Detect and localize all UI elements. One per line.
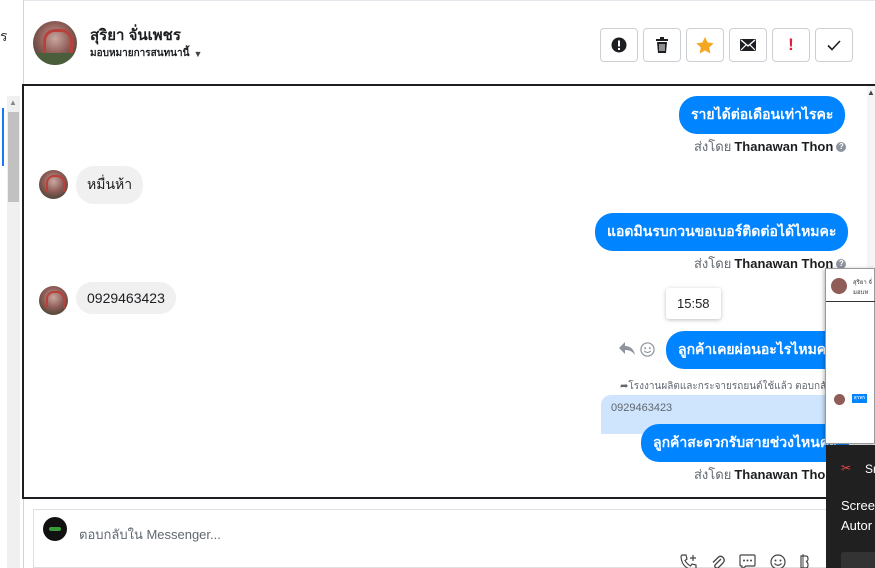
incoming-message[interactable]: หมื่นห้า <box>76 166 144 204</box>
help-icon[interactable]: ? <box>836 141 847 152</box>
header-actions: ! <box>600 28 853 62</box>
contact-avatar-small[interactable] <box>39 286 68 315</box>
snip-tool-icon: ✂ <box>841 461 852 475</box>
preview-divider <box>826 301 875 302</box>
preview-avatar-small <box>834 394 845 405</box>
preview-subtitle-line: มอบห <box>853 290 869 296</box>
scroll-up-icon[interactable]: ▲ <box>9 98 17 107</box>
reply-context-text: โรงงานผลิตและกระจายรถยนต์ใช้แล้ว ตอบกลับ… <box>628 381 842 392</box>
snip-notification[interactable]: ✂ Sn Scree Autor <box>826 445 875 568</box>
notification-line1: Scree <box>841 498 875 513</box>
notification-line2: Autor <box>841 518 873 533</box>
sent-by-line: ส่งโดย Thanawan Thon ? <box>694 136 847 157</box>
scroll-up-icon[interactable]: ▲ <box>867 88 875 97</box>
messenger-inbox: ร ▲ สุริยา จั่นเพชร มอบหมายการสนทนานี้ ▼ <box>0 0 875 568</box>
delete-button[interactable] <box>643 28 681 62</box>
sent-by-line: ส่งโดย Thanawan Thon <box>694 464 833 485</box>
help-icon[interactable]: ? <box>836 258 847 269</box>
list-scrollbar[interactable]: ▲ <box>7 96 20 568</box>
contact-name[interactable]: สุริยา จั่นเพชร <box>90 23 181 47</box>
outgoing-message[interactable]: ลูกค้าสะดวกรับสายช่วงไหนคะ <box>641 424 849 462</box>
outgoing-message[interactable]: ลูกค้าเคยผ่อนอะไรไหมคะ <box>666 331 846 369</box>
star-icon <box>696 36 714 53</box>
preview-title-line: สุริยา จั่ <box>853 280 872 286</box>
emoji-icon[interactable] <box>770 554 786 568</box>
sent-by-prefix: ส่งโดย <box>694 139 732 154</box>
sender-name[interactable]: Thanawan Thon <box>734 139 833 154</box>
selected-indicator <box>2 108 4 166</box>
reply-composer[interactable]: ตอบกลับใน Messenger... <box>33 509 875 568</box>
star-button[interactable] <box>686 28 724 62</box>
sender-name[interactable]: Thanawan Thon <box>734 256 833 271</box>
assign-conversation-dropdown[interactable]: มอบหมายการสนทนานี้ ▼ <box>90 46 202 61</box>
sent-by-prefix: ส่งโดย <box>694 467 732 482</box>
conversation-list-panel: ร ▲ <box>0 0 24 568</box>
floating-chat-preview[interactable]: สุริยา จั่ มอบห สุรพร <box>825 268 875 444</box>
contact-avatar-small[interactable] <box>39 170 68 199</box>
page-avatar <box>43 517 67 541</box>
conversation-header: สุริยา จั่นเพชร มอบหมายการสนทนานี้ ▼ ! <box>24 0 875 84</box>
check-icon <box>827 39 841 51</box>
alert-button[interactable] <box>600 28 638 62</box>
react-icon[interactable] <box>640 342 655 361</box>
outgoing-message[interactable]: แอดมินรบกวนขอเบอร์ติดต่อได้ไหมคะ <box>595 213 849 251</box>
assign-label: มอบหมายการสนทนานี้ <box>90 48 190 59</box>
outgoing-message[interactable]: รายได้ต่อเดือนเท่าไรคะ <box>679 96 846 134</box>
reply-icon[interactable] <box>619 342 635 361</box>
preview-badge: สุรพร <box>852 394 867 403</box>
call-add-icon[interactable] <box>680 554 697 568</box>
notification-title: Sn <box>865 462 875 476</box>
attachment-icon[interactable] <box>711 554 725 568</box>
exclamation-icon: ! <box>788 35 794 54</box>
preview-title: สุริยา จั่ มอบห <box>853 277 872 297</box>
list-cut-text: ร <box>0 28 8 44</box>
payment-icon[interactable] <box>800 554 809 568</box>
preview-avatar <box>831 278 847 294</box>
composer-tools <box>680 554 809 568</box>
reply-context-line: ➦โรงงานผลิตและกระจายรถยนต์ใช้แล้ว ตอบกลั… <box>620 379 841 394</box>
mark-important-button[interactable]: ! <box>772 28 810 62</box>
alert-icon <box>611 37 627 53</box>
message-thread[interactable]: ▲ รายได้ต่อเดือนเท่าไรคะ ส่งโดย Thanawan… <box>22 84 875 499</box>
message-actions <box>619 342 655 361</box>
incoming-message[interactable]: 0929463423 <box>76 282 176 314</box>
mail-icon <box>740 39 756 51</box>
sent-by-line: ส่งโดย Thanawan Thon ? <box>694 253 847 274</box>
trash-icon <box>656 37 668 53</box>
caret-down-icon: ▼ <box>193 48 203 59</box>
sender-name[interactable]: Thanawan Thon <box>734 467 833 482</box>
mark-done-button[interactable] <box>815 28 853 62</box>
contact-avatar[interactable] <box>33 21 77 65</box>
timestamp-tooltip: 15:58 <box>666 288 721 319</box>
reply-input[interactable]: ตอบกลับใน Messenger... <box>79 524 221 545</box>
saved-replies-icon[interactable] <box>739 554 756 568</box>
notification-button[interactable] <box>841 552 875 568</box>
sent-by-prefix: ส่งโดย <box>694 256 732 271</box>
scrollbar-thumb[interactable] <box>8 112 19 202</box>
mail-button[interactable] <box>729 28 767 62</box>
